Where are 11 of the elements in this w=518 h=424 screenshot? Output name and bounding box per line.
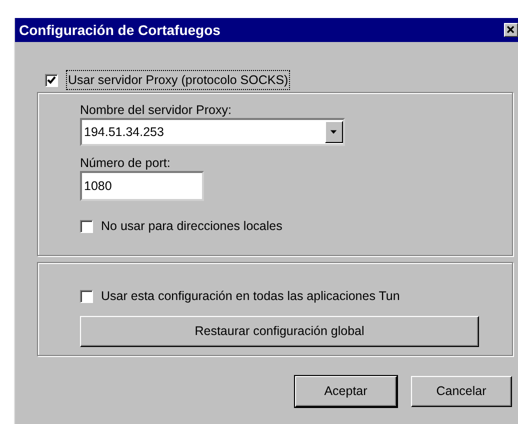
server-combobox[interactable]: 194.51.34.253 bbox=[80, 118, 345, 146]
dialog-button[interactable]: Cancelar bbox=[410, 376, 512, 407]
dialog-button[interactable]: Aceptar bbox=[295, 376, 396, 407]
checkbox-label: Usar servidor Proxy (protocolo SOCKS) bbox=[66, 70, 290, 90]
window-title: Configuración de Cortafuegos bbox=[19, 20, 220, 40]
checkbox-label: No usar para direcciones locales bbox=[101, 218, 282, 235]
field-label: Nombre del servidor Proxy: bbox=[80, 102, 232, 118]
checkbox-label: Usar esta configuración en todas las aplicaciones Tun bbox=[101, 288, 400, 305]
port-field[interactable]: 1080 bbox=[80, 171, 204, 201]
field-label: Número de port: bbox=[80, 155, 172, 171]
restore-button[interactable]: Restaurar configuración global bbox=[80, 316, 479, 347]
